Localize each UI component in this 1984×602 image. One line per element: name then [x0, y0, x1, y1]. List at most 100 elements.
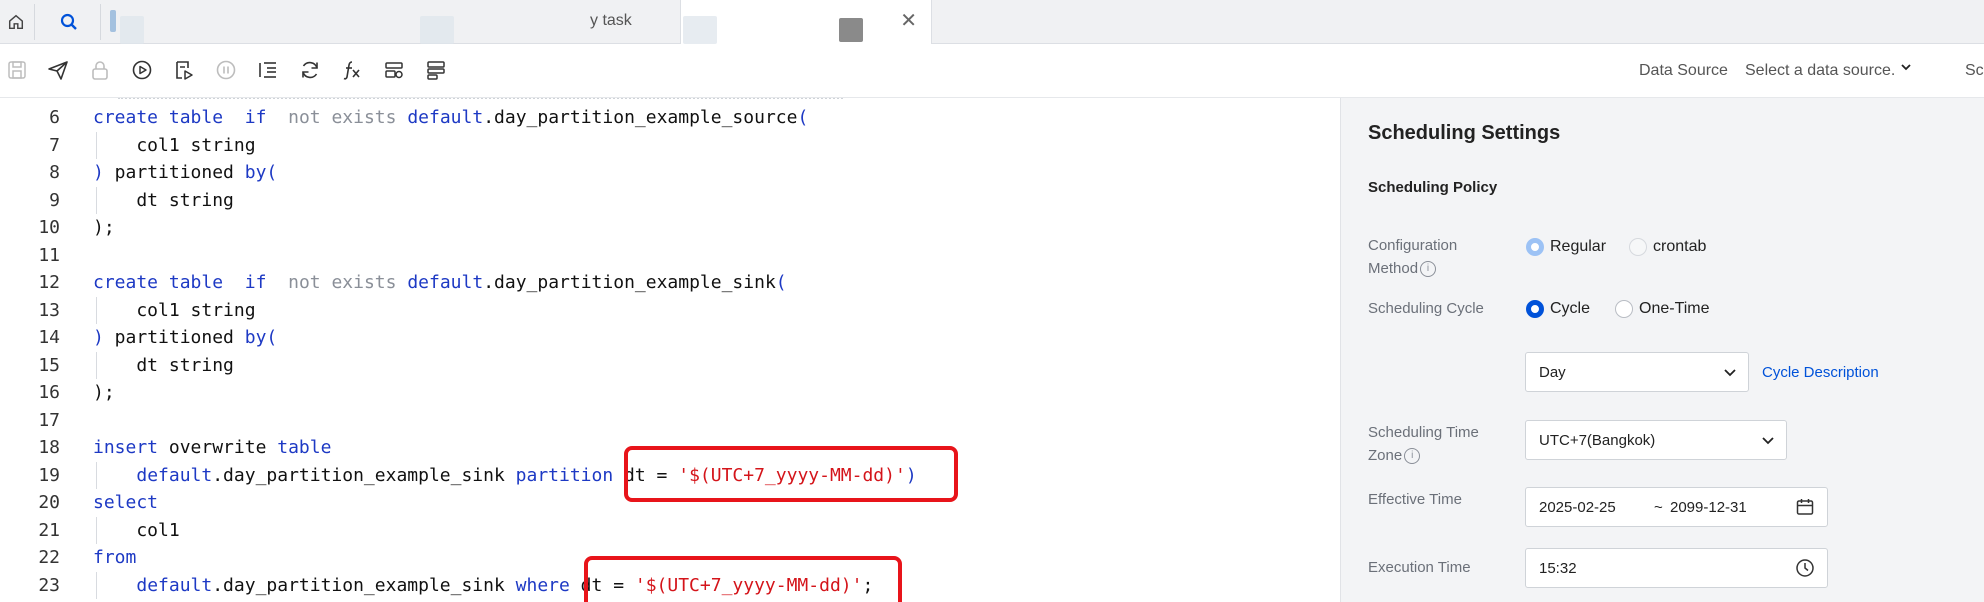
code-line[interactable]: 12 create table if not exists default.day…	[0, 269, 1340, 296]
tab-active[interactable]: ✕	[680, 0, 932, 44]
radio-regular[interactable]: Regular	[1526, 238, 1606, 256]
publish-icon[interactable]	[45, 57, 71, 83]
code-token: );	[93, 382, 115, 403]
highlight-box-where	[584, 556, 902, 602]
code-line[interactable]: 16);	[0, 379, 1340, 406]
chevron-down-icon	[1724, 362, 1736, 386]
info-icon[interactable]: i	[1404, 448, 1421, 465]
code-line[interactable]: 14) partitioned by(	[0, 324, 1340, 351]
info-icon[interactable]: i	[1420, 261, 1437, 278]
cycle-unit-select[interactable]: Day	[1525, 352, 1749, 392]
timezone-label: Scheduling Time Zone i	[1368, 424, 1479, 465]
chevron-down-icon	[1762, 430, 1774, 454]
radio-indicator	[1629, 238, 1647, 256]
truncated-toolbar-label[interactable]: Sc	[1965, 62, 1984, 80]
code-line[interactable]: 9 dt string	[0, 186, 1340, 214]
keyword-token: default	[407, 107, 484, 128]
line-number: 13	[38, 299, 60, 321]
code-line[interactable]: 21 col1	[0, 516, 1340, 544]
keyword-token: partition	[515, 464, 614, 486]
code-line[interactable]: 11	[0, 242, 1340, 269]
lock-icon[interactable]	[87, 57, 113, 83]
radio-crontab[interactable]: crontab	[1629, 238, 1706, 256]
keyword-token: )	[93, 162, 104, 183]
variables-icon[interactable]	[381, 57, 407, 83]
keyword-token: default	[407, 272, 484, 293]
cycle-description-link[interactable]: Cycle Description	[1762, 364, 1879, 381]
close-icon[interactable]: ✕	[900, 8, 917, 33]
save-icon[interactable]	[4, 57, 30, 83]
code-line[interactable]: 10);	[0, 214, 1340, 241]
code-line[interactable]: 15 dt string	[0, 351, 1340, 379]
timezone-select[interactable]: UTC+7(Bangkok)	[1525, 420, 1787, 460]
keyword-token: if	[244, 107, 267, 128]
keyword-token: not exists	[288, 272, 397, 293]
function-icon[interactable]	[339, 57, 365, 83]
execution-time-input[interactable]: 15:32	[1525, 548, 1828, 588]
format-icon[interactable]	[255, 57, 281, 83]
code-text: ) partitioned by(	[93, 159, 277, 186]
run-icon[interactable]	[129, 57, 155, 83]
keyword-token: )	[93, 327, 104, 348]
effective-end-date: 2099-12-31	[1670, 499, 1747, 516]
keyword-token: (	[797, 107, 809, 128]
line-number: 18	[38, 437, 60, 458]
tab-divider	[100, 4, 101, 40]
code-token: .day_partition_example_sink	[483, 272, 776, 293]
keyword-token: if	[244, 272, 267, 293]
line-number: 20	[38, 492, 60, 513]
code-line[interactable]: 17	[0, 407, 1340, 434]
radio-cycle[interactable]: Cycle	[1526, 300, 1590, 318]
code-token: col1 string	[93, 299, 256, 321]
templates-icon[interactable]	[423, 57, 449, 83]
keyword-token: default	[136, 464, 213, 486]
code-token: overwrite	[158, 437, 278, 458]
config-method-label: Configuration Method i	[1368, 237, 1458, 278]
code-token: );	[93, 217, 115, 238]
chevron-down-icon[interactable]	[1900, 60, 1912, 76]
search-icon[interactable]	[55, 8, 83, 36]
line-number: 21	[38, 519, 60, 541]
keyword-token: by(	[244, 162, 278, 183]
tab-thumbnail	[839, 18, 863, 42]
keyword-token: where	[515, 574, 570, 596]
run-selected-icon[interactable]	[171, 57, 197, 83]
code-line[interactable]: 13 col1 string	[0, 296, 1340, 324]
tab-task[interactable]: y task	[410, 0, 680, 44]
scheduling-settings-panel: Scheduling Settings Scheduling Policy Co…	[1340, 98, 1984, 602]
effective-time-label: Effective Time	[1368, 491, 1462, 508]
calendar-icon	[1795, 497, 1815, 521]
line-number: 7	[49, 134, 60, 156]
line-number: 23	[38, 574, 60, 596]
code-token: dt string	[93, 354, 234, 376]
execution-time-label: Execution Time	[1368, 559, 1471, 576]
code-line[interactable]: 8) partitioned by(	[0, 159, 1340, 186]
stop-icon[interactable]	[213, 57, 239, 83]
home-icon[interactable]	[2, 8, 30, 36]
scheduling-cycle-label: Scheduling Cycle	[1368, 300, 1484, 317]
code-line[interactable]: 6 create table if not exists default.day_…	[0, 104, 1340, 131]
keyword-token: table	[277, 437, 332, 458]
radio-one-time[interactable]: One-Time	[1615, 300, 1710, 318]
keyword-token: by(	[244, 327, 278, 348]
keyword-token: select	[93, 492, 159, 513]
data-source-select[interactable]: Select a data source.	[1745, 62, 1895, 80]
code-token: col1 string	[93, 134, 256, 156]
refresh-icon[interactable]	[297, 57, 323, 83]
sql-editor[interactable]: 6 create table if not exists default.day_…	[0, 98, 1340, 602]
code-text: create table if not exists default.day_p…	[93, 104, 808, 131]
code-text: from	[93, 544, 136, 571]
radio-indicator	[1615, 300, 1633, 318]
code-text: insert overwrite table	[93, 434, 331, 461]
tab-blurred[interactable]	[105, 0, 410, 44]
code-token: col1	[93, 519, 180, 541]
keyword-token: create table	[93, 272, 224, 293]
code-line[interactable]: 7 col1 string	[0, 131, 1340, 159]
effective-time-range[interactable]: 2025-02-25 ~ 2099-12-31	[1525, 487, 1828, 527]
code-token: .day_partition_example_source	[483, 107, 798, 128]
